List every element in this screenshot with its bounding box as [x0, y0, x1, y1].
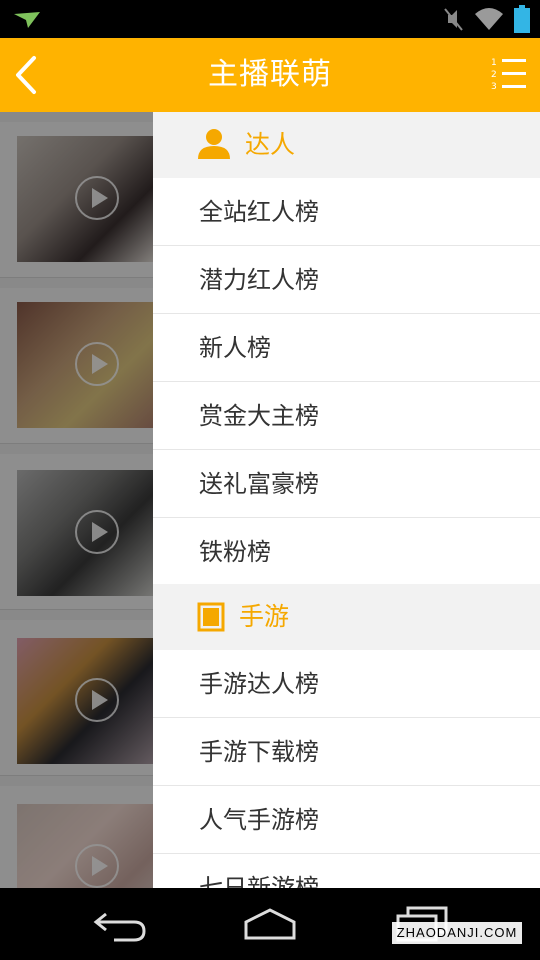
app-bar: 主播联萌 1 2 3	[0, 38, 540, 112]
menu-item-game-downloads[interactable]: 手游下载榜	[153, 718, 540, 786]
menu-item-new-games-7day[interactable]: 七日新游榜	[153, 854, 540, 888]
page-title: 主播联萌	[208, 57, 332, 92]
menu-item-site-popular[interactable]: 全站红人榜	[153, 178, 540, 246]
svg-text:2: 2	[491, 70, 497, 80]
ranking-menu-button[interactable]: 1 2 3	[488, 54, 532, 96]
menu-item-label: 赏金大主榜	[199, 402, 319, 430]
menu-item-label: 铁粉榜	[199, 538, 271, 566]
menu-item-label: 送礼富豪榜	[199, 470, 319, 498]
square-icon	[197, 602, 225, 632]
menu-item-label: 人气手游榜	[199, 806, 319, 834]
menu-item-label: 全站红人榜	[199, 198, 319, 226]
battery-icon	[514, 5, 530, 33]
menu-item-label: 手游达人榜	[199, 670, 319, 698]
section-label: 手游	[239, 602, 290, 631]
watermark-text: ZHAODANJI.COM	[392, 922, 522, 944]
menu-item-loyal-fans[interactable]: 铁粉榜	[153, 518, 540, 586]
section-header-talent: 达人	[153, 112, 540, 178]
menu-item-gift-rich[interactable]: 送礼富豪榜	[153, 450, 540, 518]
svg-text:3: 3	[491, 82, 497, 92]
menu-item-potential[interactable]: 潜力红人榜	[153, 246, 540, 314]
app-notification-icon	[14, 12, 40, 28]
menu-item-label: 新人榜	[199, 334, 271, 362]
menu-item-label: 七日新游榜	[199, 874, 319, 888]
menu-item-newcomer[interactable]: 新人榜	[153, 314, 540, 382]
menu-item-bounty[interactable]: 赏金大主榜	[153, 382, 540, 450]
menu-item-label: 潜力红人榜	[199, 266, 319, 294]
section-label: 达人	[245, 130, 296, 159]
ranking-drawer: 达人 全站红人榜 潜力红人榜 新人榜 赏金大主榜 送礼富豪榜 铁粉榜 手游 手游…	[153, 112, 540, 888]
section-header-mobile-games: 手游	[153, 584, 540, 650]
menu-item-game-talent[interactable]: 手游达人榜	[153, 650, 540, 718]
svg-text:1: 1	[491, 58, 497, 68]
status-bar	[0, 0, 540, 38]
home-nav-icon[interactable]	[240, 904, 300, 944]
muted-icon	[444, 8, 463, 31]
wifi-icon	[475, 8, 503, 30]
person-icon	[198, 129, 230, 159]
menu-item-popular-games[interactable]: 人气手游榜	[153, 786, 540, 854]
numbered-list-icon: 1 2 3	[491, 58, 526, 92]
back-nav-icon[interactable]	[92, 904, 148, 944]
menu-item-label: 手游下载榜	[199, 738, 319, 766]
